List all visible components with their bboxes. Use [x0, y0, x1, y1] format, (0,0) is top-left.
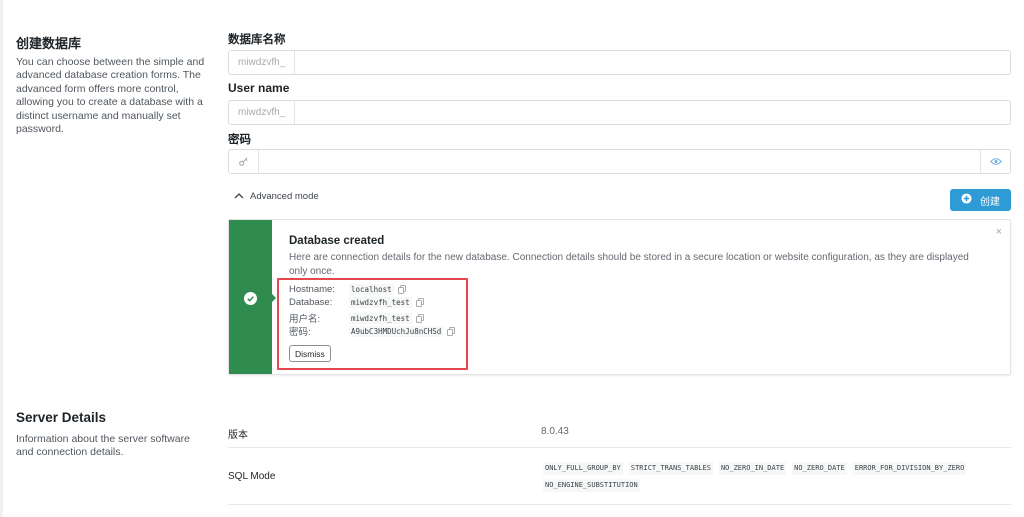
detail-value: localhost: [349, 284, 394, 295]
create-section-title: 创建数据库: [16, 36, 82, 51]
detail-key: Database:: [289, 297, 333, 308]
sql-mode-tag: ERROR_FOR_DIVISION_BY_ZERO: [852, 462, 967, 475]
detail-database: Database: miwdzvfh_test: [289, 297, 424, 308]
server-section-description: Information about the server software an…: [16, 433, 190, 459]
sql-mode-tag: NO_ZERO_IN_DATE: [718, 462, 787, 475]
username-label: User name: [228, 81, 290, 95]
database-created-notice: × Database created Here are connection d…: [228, 219, 1011, 375]
sql-mode-tag: NO_ENGINE_SUBSTITUTION: [543, 479, 640, 492]
advanced-mode-toggle[interactable]: Advanced mode: [234, 191, 319, 202]
create-section-description: You can choose between the simple and ad…: [16, 56, 205, 136]
show-password-eye-icon[interactable]: [980, 150, 1010, 173]
detail-password: 密码: A9ubC3HMDUchJu8nCHSd: [289, 324, 456, 338]
plus-circle-icon: [961, 193, 972, 207]
generate-password-icon[interactable]: [229, 150, 259, 173]
table-divider: [228, 504, 1011, 505]
username-prefix: miwdzvfh_: [229, 101, 296, 124]
notice-title: Database created: [289, 235, 385, 247]
left-edge-rule: [0, 0, 3, 517]
password-label: 密码: [228, 134, 251, 146]
sql-mode-label: SQL Mode: [228, 471, 276, 482]
detail-key: 密码:: [289, 327, 311, 338]
copy-icon[interactable]: [397, 285, 406, 294]
username-input[interactable]: miwdzvfh_: [228, 100, 1011, 125]
password-input[interactable]: [228, 149, 1011, 174]
advanced-mode-label: Advanced mode: [250, 191, 319, 202]
sql-mode-tag: STRICT_TRANS_TABLES: [628, 462, 713, 475]
notice-close-icon[interactable]: ×: [996, 226, 1002, 238]
copy-icon[interactable]: [415, 313, 424, 323]
checkmark-icon: [244, 292, 257, 305]
server-section-title: Server Details: [16, 410, 107, 425]
sql-mode-tag: ONLY_FULL_GROUP_BY: [543, 462, 623, 475]
version-label: 版本: [228, 430, 248, 441]
table-divider: [228, 447, 1011, 448]
copy-icon[interactable]: [415, 298, 424, 307]
dismiss-button[interactable]: Dismiss: [289, 345, 331, 362]
detail-value: miwdzvfh_test: [349, 312, 412, 324]
detail-value: miwdzvfh_test: [349, 297, 412, 308]
detail-key: Hostname:: [289, 284, 335, 295]
detail-username: 用户名: miwdzvfh_test: [289, 311, 424, 325]
copy-icon[interactable]: [447, 326, 456, 336]
version-value: 8.0.43: [541, 426, 569, 437]
sql-mode-tag: NO_ZERO_DATE: [792, 462, 847, 475]
notice-pointer: [272, 294, 276, 302]
create-button-label: 创建: [980, 196, 1000, 208]
db-name-prefix: miwdzvfh_: [229, 51, 296, 74]
notice-text: Here are connection details for the new …: [289, 252, 969, 277]
detail-value: A9ubC3HMDUchJu8nCHSd: [349, 325, 444, 337]
db-name-label: 数据库名称: [228, 34, 286, 46]
detail-hostname: Hostname: localhost: [289, 284, 406, 295]
chevron-up-icon: [234, 191, 244, 202]
detail-key: 用户名:: [289, 314, 321, 325]
sql-mode-list: ONLY_FULL_GROUP_BY STRICT_TRANS_TABLES N…: [543, 462, 1013, 492]
db-name-input[interactable]: miwdzvfh_: [228, 50, 1011, 75]
create-button[interactable]: 创建: [950, 189, 1011, 211]
